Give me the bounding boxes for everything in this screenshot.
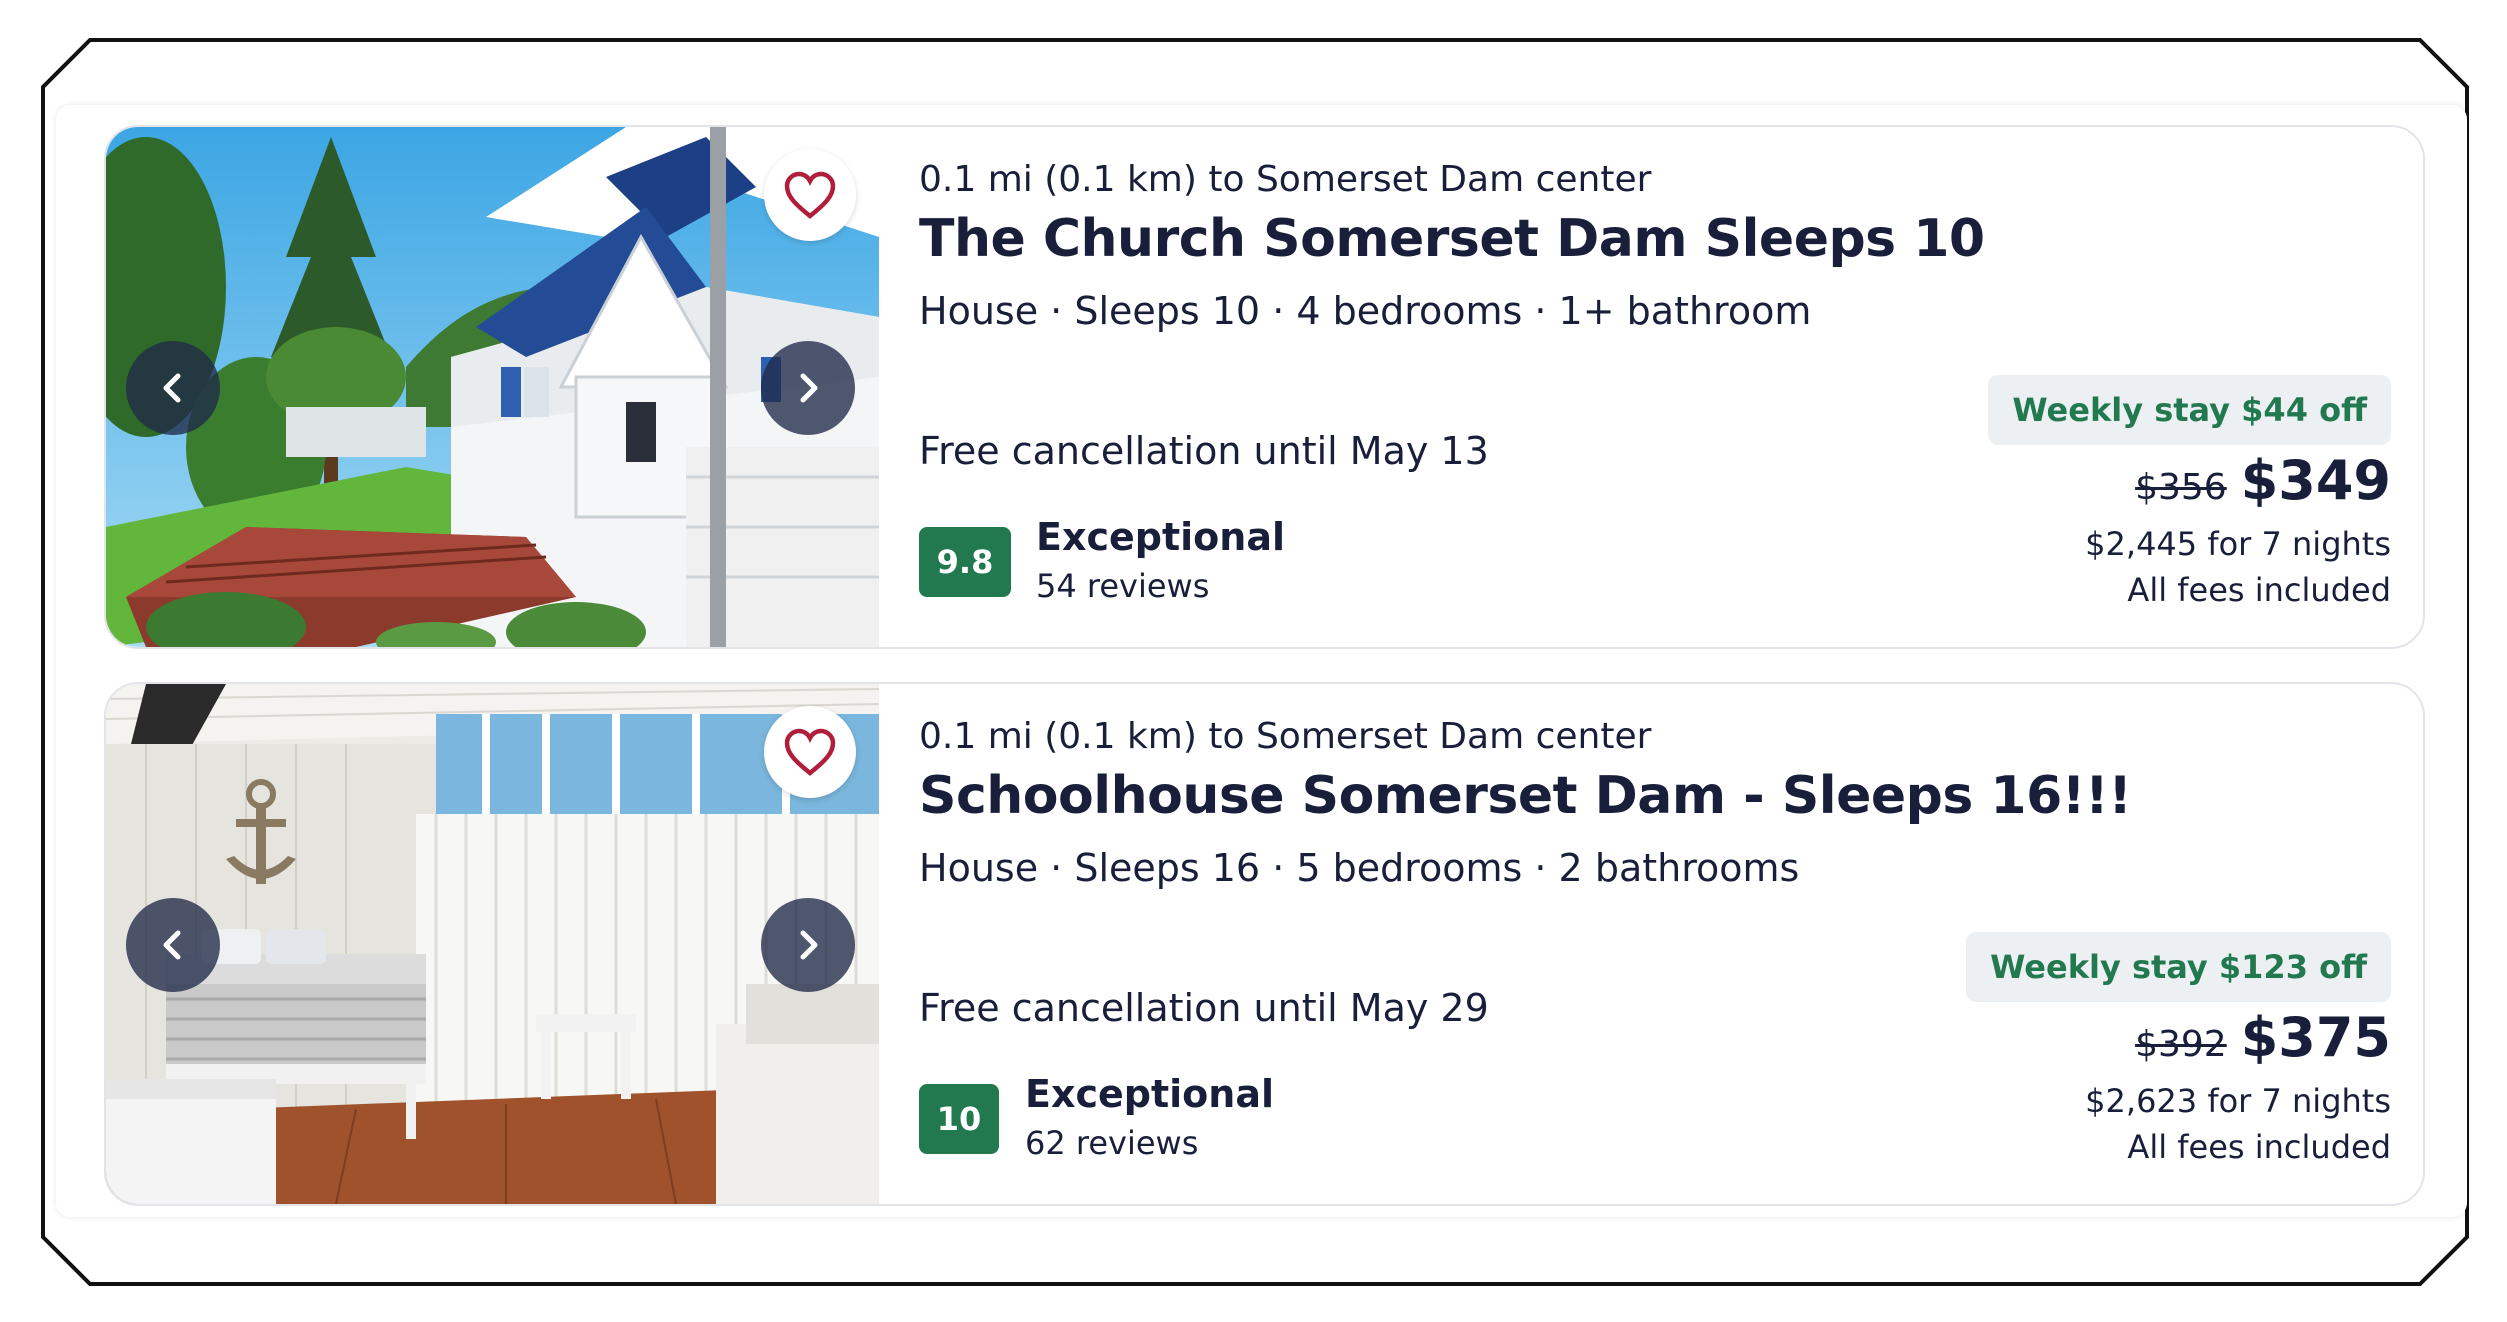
listing-photo-schoolhouse[interactable] — [106, 684, 879, 1204]
listing-title[interactable]: The Church Somerset Dam Sleeps 10 — [919, 209, 1985, 269]
review-score-badge: 9.8 — [919, 527, 1011, 597]
listing-photo-church[interactable] — [106, 127, 879, 647]
listing-card[interactable]: 0.1 mi (0.1 km) to Somerset Dam center T… — [104, 125, 2425, 649]
listing-card[interactable]: 0.1 mi (0.1 km) to Somerset Dam center S… — [104, 682, 2425, 1206]
current-price: $375 — [2240, 1006, 2391, 1069]
original-price: $392 — [2135, 1024, 2227, 1065]
fees-note: All fees included — [2127, 571, 2391, 609]
previous-photo-button[interactable] — [126, 898, 220, 992]
price-row: $356 $349 — [2135, 449, 2391, 512]
cancellation-policy: Free cancellation until May 13 — [919, 429, 1489, 473]
listing-info: 0.1 mi (0.1 km) to Somerset Dam center T… — [879, 127, 2423, 647]
distance-text: 0.1 mi (0.1 km) to Somerset Dam center — [919, 159, 1652, 200]
current-price: $349 — [2240, 449, 2391, 512]
next-photo-button[interactable] — [761, 898, 855, 992]
review-score-badge: 10 — [919, 1084, 999, 1154]
review-count: 54 reviews — [1036, 567, 1210, 605]
deal-badge: Weekly stay $123 off — [1966, 932, 2391, 1002]
chevron-right-icon — [800, 373, 818, 403]
chevron-left-icon — [163, 930, 181, 960]
property-details: House · Sleeps 10 · 4 bedrooms · 1+ bath… — [919, 289, 1812, 333]
fees-note: All fees included — [2127, 1128, 2391, 1166]
listing-title[interactable]: Schoolhouse Somerset Dam - Sleeps 16!!! — [919, 766, 2132, 826]
rating-label: Exceptional — [1025, 1072, 1274, 1116]
listing-info: 0.1 mi (0.1 km) to Somerset Dam center S… — [879, 684, 2423, 1204]
previous-photo-button[interactable] — [126, 341, 220, 435]
price-row: $392 $375 — [2135, 1006, 2391, 1069]
total-price: $2,445 for 7 nights — [2085, 525, 2391, 563]
distance-text: 0.1 mi (0.1 km) to Somerset Dam center — [919, 716, 1652, 757]
deal-badge: Weekly stay $44 off — [1988, 375, 2391, 445]
favorite-button[interactable] — [764, 149, 856, 241]
cancellation-policy: Free cancellation until May 29 — [919, 986, 1489, 1030]
property-details: House · Sleeps 16 · 5 bedrooms · 2 bathr… — [919, 846, 1800, 890]
original-price: $356 — [2135, 467, 2227, 508]
heart-icon — [784, 171, 836, 219]
chevron-left-icon — [163, 373, 181, 403]
next-photo-button[interactable] — [761, 341, 855, 435]
heart-icon — [784, 728, 836, 776]
review-count: 62 reviews — [1025, 1124, 1199, 1162]
rating-label: Exceptional — [1036, 515, 1285, 559]
favorite-button[interactable] — [764, 706, 856, 798]
chevron-right-icon — [800, 930, 818, 960]
total-price: $2,623 for 7 nights — [2085, 1082, 2391, 1120]
